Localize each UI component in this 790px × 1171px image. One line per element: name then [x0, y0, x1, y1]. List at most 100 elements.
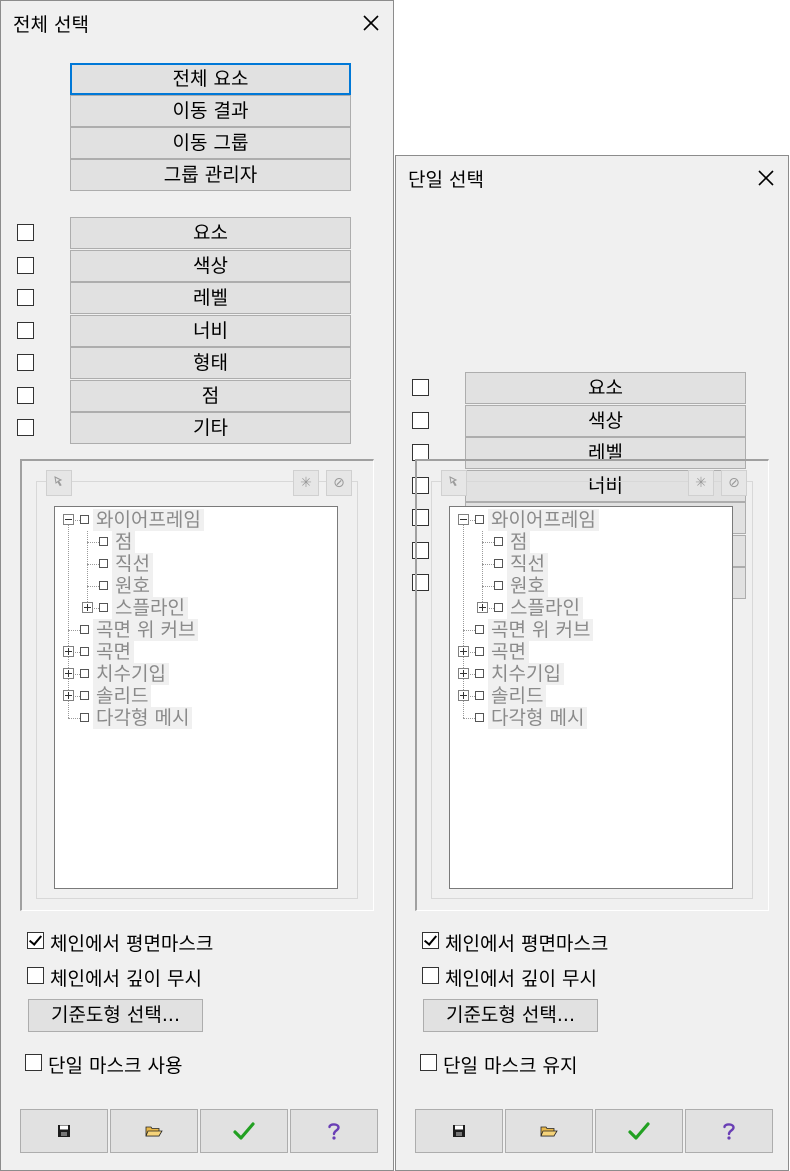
clear-icon[interactable]: ⊘: [326, 470, 352, 496]
collapse-icon[interactable]: [63, 514, 74, 525]
move-result-button[interactable]: 이동 결과: [70, 95, 351, 127]
tree-node-checkbox[interactable]: [80, 625, 89, 634]
tree-node[interactable]: 곡면 위 커브: [450, 619, 730, 641]
tree-node[interactable]: 치수기입: [450, 663, 730, 685]
filter-checkbox-3[interactable]: [17, 321, 34, 339]
tree-node[interactable]: 점: [450, 531, 730, 553]
tree-node-checkbox[interactable]: [99, 581, 108, 590]
reference-select-button[interactable]: 기준도형 선택...: [28, 999, 203, 1032]
tree-node-checkbox[interactable]: [494, 603, 503, 612]
chain-ignore-depth-label: 체인에서 깊이 무시: [50, 968, 202, 990]
tree-node-checkbox[interactable]: [475, 691, 484, 700]
chain-plane-mask-checkbox[interactable]: [27, 932, 44, 949]
chain-ignore-depth-checkbox[interactable]: [422, 967, 439, 984]
chain-plane-mask-checkbox[interactable]: [422, 932, 439, 949]
asterisk-icon[interactable]: ✳: [293, 470, 319, 496]
filter-button-0[interactable]: 요소: [70, 217, 351, 249]
group-manager-button[interactable]: 그룹 관리자: [70, 159, 351, 191]
filter-button-5[interactable]: 점: [70, 379, 351, 412]
tree-node-checkbox[interactable]: [99, 559, 108, 568]
tree-node[interactable]: 솔리드: [450, 685, 730, 707]
filter-button-1[interactable]: 색상: [465, 404, 746, 437]
tree-node[interactable]: 솔리드: [55, 685, 335, 707]
ok-button[interactable]: [595, 1109, 683, 1153]
tree-node-checkbox[interactable]: [494, 581, 503, 590]
filter-button-3[interactable]: 너비: [70, 314, 351, 347]
filter-button-0[interactable]: 요소: [465, 372, 746, 404]
expand-icon[interactable]: [63, 690, 74, 701]
select-arrow-icon[interactable]: [46, 470, 72, 496]
tree-node-checkbox[interactable]: [475, 625, 484, 634]
open-button[interactable]: [110, 1109, 198, 1153]
tree-node-checkbox[interactable]: [80, 713, 89, 722]
single-mask-checkbox[interactable]: [25, 1054, 42, 1071]
all-entities-button[interactable]: 전체 요소: [70, 63, 351, 95]
expand-icon[interactable]: [63, 646, 74, 657]
expand-icon[interactable]: [477, 602, 488, 613]
tree-node-checkbox[interactable]: [475, 713, 484, 722]
reference-select-button[interactable]: 기준도형 선택...: [423, 999, 598, 1032]
help-button[interactable]: [290, 1109, 378, 1153]
select-arrow-icon[interactable]: [441, 470, 467, 496]
chain-ignore-depth-checkbox[interactable]: [27, 967, 44, 984]
tree-node[interactable]: 치수기입: [55, 663, 335, 685]
filter-button-2[interactable]: 레벨: [70, 282, 351, 314]
tree-node[interactable]: 다각형 메시: [450, 707, 730, 729]
expand-icon[interactable]: [458, 646, 469, 657]
tree-node[interactable]: 스플라인: [55, 597, 335, 619]
filter-checkbox-5[interactable]: [17, 386, 34, 404]
filter-checkbox-4[interactable]: [17, 354, 34, 371]
tree-node[interactable]: 직선: [450, 553, 730, 575]
tree-node-checkbox[interactable]: [99, 603, 108, 612]
open-button[interactable]: [505, 1109, 593, 1153]
move-group-button[interactable]: 이동 그룹: [70, 127, 351, 159]
tree-node[interactable]: 와이어프레임: [55, 509, 335, 531]
entity-tree[interactable]: 와이어프레임 점 직선 원호 스플라인 곡면 위 커브 곡면 치수기입 솔리드 다각형 메시: [449, 506, 733, 889]
filter-checkbox-1[interactable]: [412, 411, 429, 429]
close-icon[interactable]: [361, 13, 381, 33]
expand-icon[interactable]: [458, 690, 469, 701]
tree-node-checkbox[interactable]: [80, 669, 89, 678]
tree-node-checkbox[interactable]: [475, 669, 484, 678]
tree-node-label: 곡면 위 커브: [93, 619, 199, 641]
filter-checkbox-1[interactable]: [17, 256, 34, 274]
filter-button-4[interactable]: 형태: [70, 347, 351, 379]
save-button[interactable]: [20, 1109, 108, 1153]
help-button[interactable]: [685, 1109, 773, 1153]
tree-node[interactable]: 다각형 메시: [55, 707, 335, 729]
tree-node-checkbox[interactable]: [80, 515, 89, 524]
tree-node-checkbox[interactable]: [494, 537, 503, 546]
tree-node-checkbox[interactable]: [475, 647, 484, 656]
tree-node[interactable]: 직선: [55, 553, 335, 575]
tree-node[interactable]: 곡면: [55, 641, 335, 663]
tree-node[interactable]: 원호: [55, 575, 335, 597]
collapse-icon[interactable]: [458, 514, 469, 525]
tree-node-checkbox[interactable]: [99, 537, 108, 546]
clear-icon[interactable]: ⊘: [721, 470, 747, 496]
expand-icon[interactable]: [63, 668, 74, 679]
save-button[interactable]: [415, 1109, 503, 1153]
tree-node[interactable]: 곡면: [450, 641, 730, 663]
ok-button[interactable]: [200, 1109, 288, 1153]
expand-icon[interactable]: [458, 668, 469, 679]
tree-node[interactable]: 스플라인: [450, 597, 730, 619]
filter-button-6[interactable]: 기타: [70, 412, 351, 444]
tree-node-checkbox[interactable]: [494, 559, 503, 568]
tree-node-checkbox[interactable]: [475, 515, 484, 524]
filter-checkbox-6[interactable]: [17, 419, 34, 436]
tree-node[interactable]: 점: [55, 531, 335, 553]
tree-node[interactable]: 와이어프레임: [450, 509, 730, 531]
entity-tree[interactable]: 와이어프레임 점 직선 원호 스플라인 곡면 위 커브 곡면 치수기입 솔리드 다각형 메시: [54, 506, 338, 889]
single-mask-checkbox[interactable]: [420, 1054, 437, 1071]
filter-button-1[interactable]: 색상: [70, 249, 351, 282]
filter-checkbox-0[interactable]: [17, 224, 34, 241]
tree-node[interactable]: 원호: [450, 575, 730, 597]
filter-checkbox-0[interactable]: [412, 379, 429, 396]
close-icon[interactable]: [756, 168, 776, 188]
asterisk-icon[interactable]: ✳: [688, 470, 714, 496]
expand-icon[interactable]: [82, 602, 93, 613]
tree-node[interactable]: 곡면 위 커브: [55, 619, 335, 641]
filter-checkbox-2[interactable]: [17, 289, 34, 306]
tree-node-checkbox[interactable]: [80, 691, 89, 700]
tree-node-checkbox[interactable]: [80, 647, 89, 656]
